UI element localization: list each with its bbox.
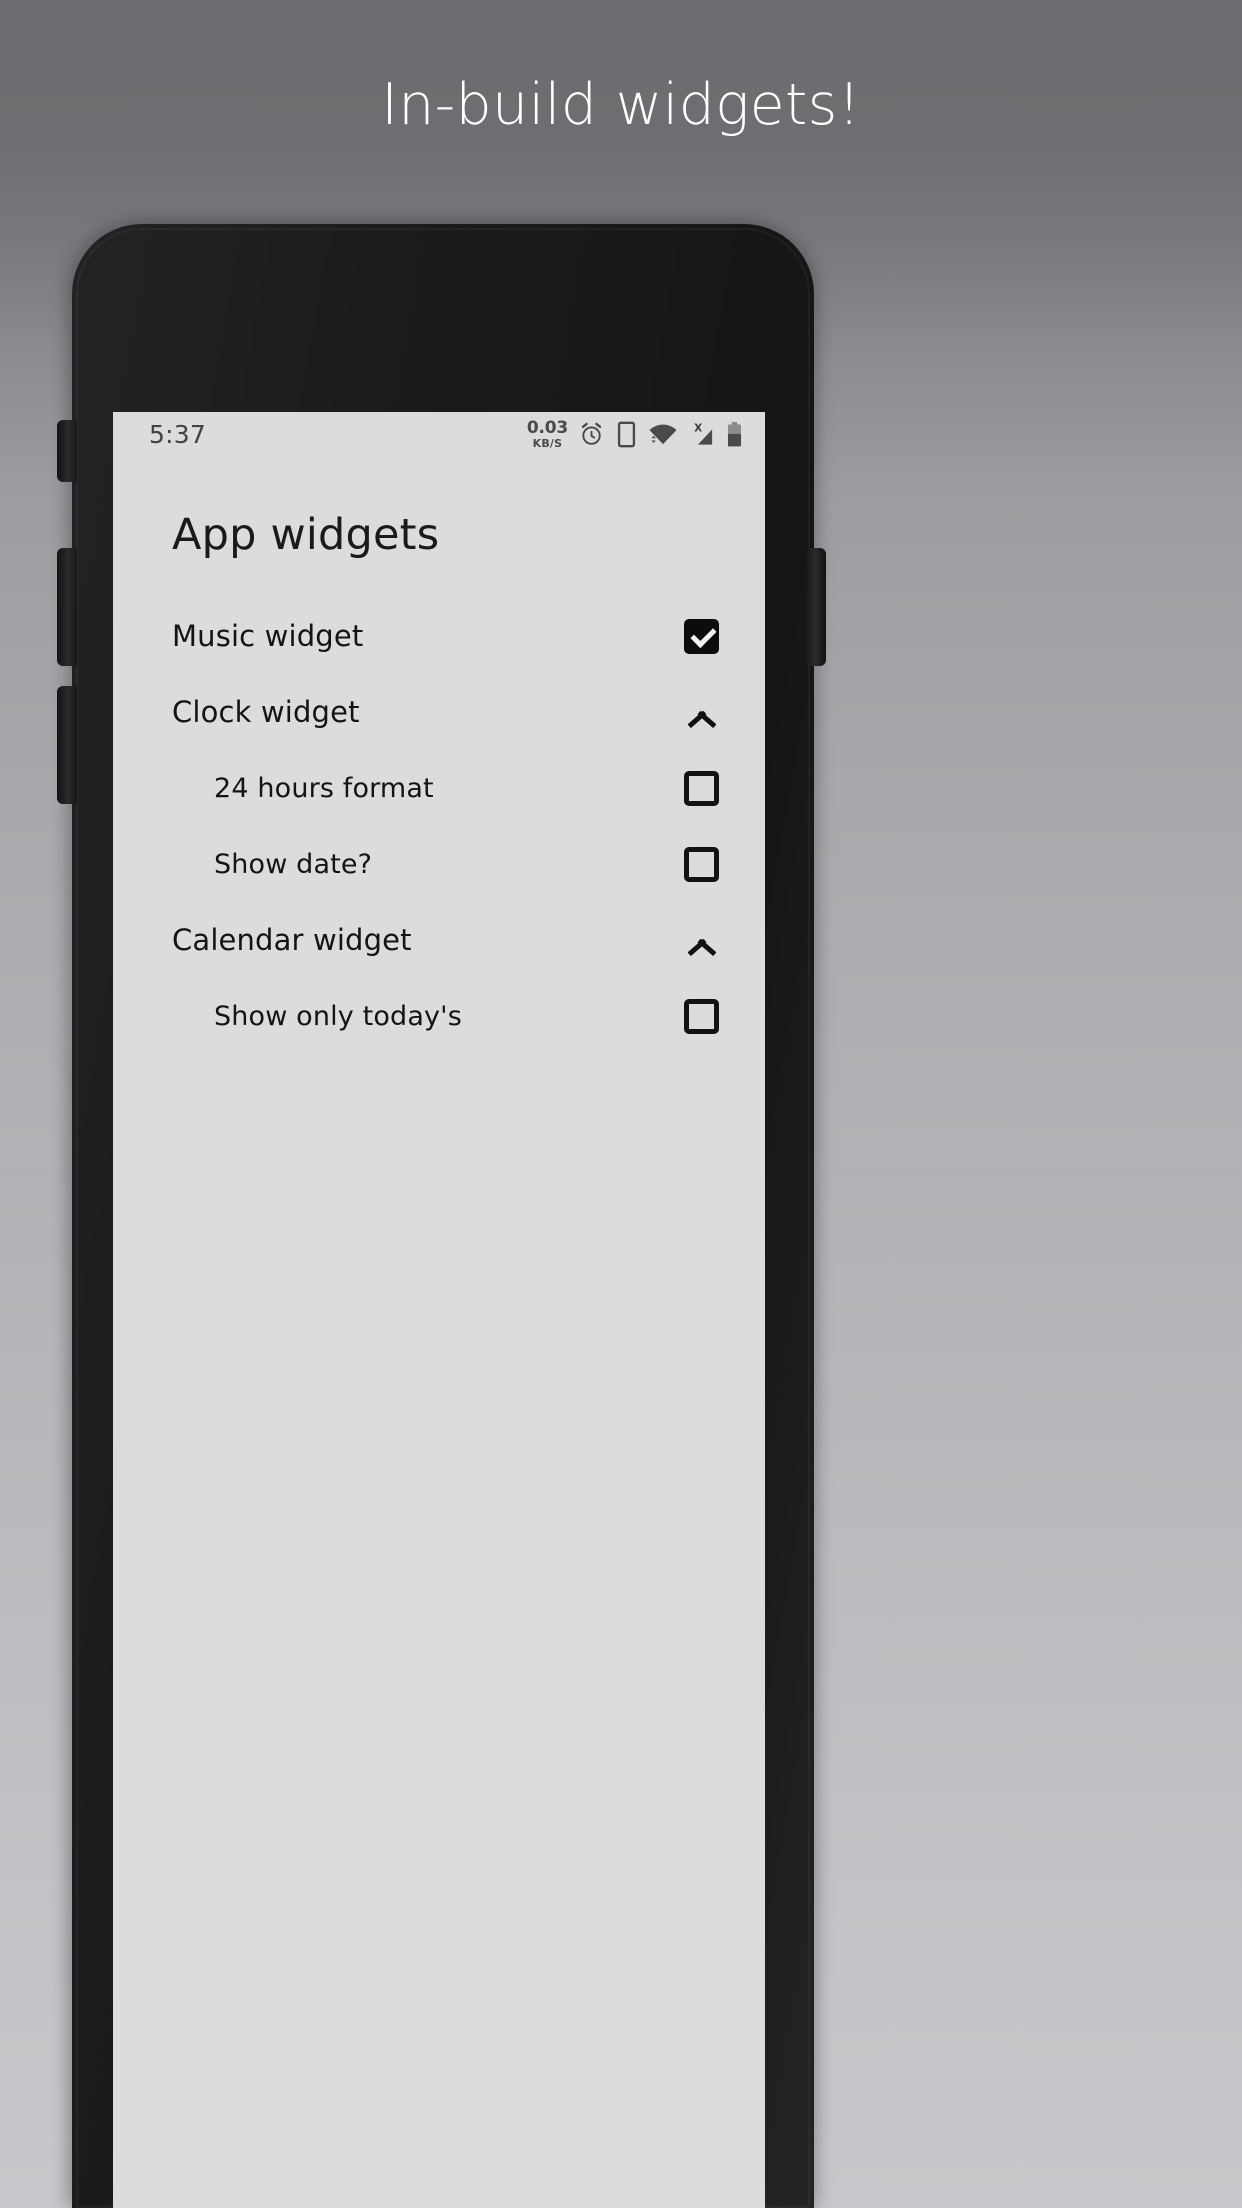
checkbox-24-hours-format[interactable] — [684, 770, 719, 806]
device-icon — [617, 421, 636, 447]
settings-row-label: Music widget — [172, 618, 364, 653]
network-speed-indicator: 0.03 KB/S — [526, 417, 568, 450]
settings-row-control[interactable] — [684, 846, 719, 882]
settings-row-control[interactable] — [685, 929, 719, 951]
phone-button-volume-up[interactable] — [57, 548, 77, 666]
phone-button-left-top[interactable] — [57, 420, 77, 482]
settings-list: Music widget Clock widget 24 hours forma… — [113, 598, 765, 1054]
settings-row-clock-widget[interactable]: Clock widget — [113, 674, 765, 750]
settings-row-label: Show date? — [214, 848, 373, 880]
settings-row-control[interactable] — [685, 701, 719, 723]
signal-no-sim-icon: X — [694, 422, 713, 445]
svg-text:X: X — [694, 422, 702, 434]
checkbox-show-date[interactable] — [684, 846, 719, 882]
phone-screen: 5:37 0.03 KB/S X App widgets Music widge… — [113, 412, 765, 2208]
checkbox-music-widget[interactable] — [684, 618, 719, 654]
settings-row-music-widget[interactable]: Music widget — [113, 598, 765, 674]
settings-row-label: Calendar widget — [172, 922, 412, 957]
settings-row-24-hours-format[interactable]: 24 hours format — [113, 750, 765, 826]
page-title: App widgets — [172, 510, 440, 560]
chevron-up-icon-calendar-widget[interactable] — [685, 929, 719, 951]
settings-row-label: 24 hours format — [214, 772, 434, 804]
settings-row-show-date[interactable]: Show date? — [113, 826, 765, 902]
chevron-up-icon-clock-widget[interactable] — [685, 701, 719, 723]
alarm-icon — [581, 422, 602, 445]
status-bar-clock: 5:37 — [149, 419, 206, 449]
settings-row-show-only-todays[interactable]: Show only today's — [113, 978, 765, 1054]
status-bar: 5:37 0.03 KB/S X — [113, 412, 765, 456]
phone-button-volume-down[interactable] — [57, 686, 77, 804]
settings-row-control[interactable] — [684, 998, 719, 1034]
network-speed-unit: KB/S — [532, 436, 563, 450]
wifi-icon — [649, 424, 677, 444]
settings-screen: App widgets Music widget Clock widget 24… — [113, 456, 765, 1054]
settings-row-label: Clock widget — [172, 694, 360, 729]
settings-row-control[interactable] — [684, 618, 719, 654]
status-bar-icons: 0.03 KB/S X — [526, 417, 743, 450]
promo-headline: In-build widgets! — [381, 72, 861, 138]
phone-button-power[interactable] — [806, 548, 826, 666]
network-speed-value: 0.03 — [526, 417, 568, 438]
settings-row-control[interactable] — [684, 770, 719, 806]
settings-row-calendar-widget[interactable]: Calendar widget — [113, 902, 765, 978]
checkbox-show-only-todays[interactable] — [684, 998, 719, 1034]
battery-icon — [727, 421, 742, 446]
settings-row-label: Show only today's — [214, 1000, 462, 1032]
